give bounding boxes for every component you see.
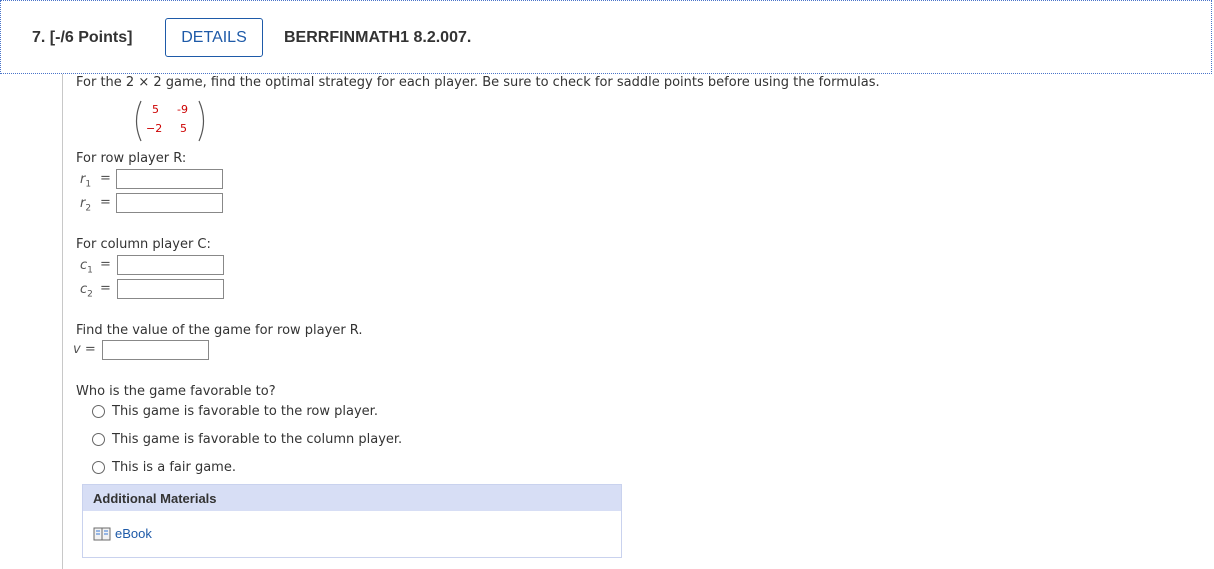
c2-equals: = [100,281,111,296]
book-icon [93,527,111,540]
c2-label: c2 [80,282,93,300]
option-label: This game is favorable to the column pla… [112,431,403,447]
r1-label: r1 [80,172,92,190]
payoff-matrix: 5 -9 −2 5 [133,98,207,144]
favorable-question: Who is the game favorable to? [76,384,276,399]
r2-equals: = [100,195,111,210]
r2-input[interactable] [116,193,223,213]
option-label: This game is favorable to the row player… [112,403,378,419]
matrix-cell-r2c1: −2 [146,122,163,135]
option-label: This is a fair game. [112,459,236,475]
ebook-label: eBook [115,526,152,541]
additional-materials-title: Additional Materials [93,491,217,506]
ebook-link[interactable]: eBook [93,526,152,541]
radio-button[interactable] [92,404,105,418]
option-column-player[interactable]: This game is favorable to the column pla… [92,430,402,448]
question-code: BERRFINMATH1 8.2.007. [284,29,472,46]
option-fair-game[interactable]: This is a fair game. [92,458,236,476]
c2-input[interactable] [117,279,224,299]
matrix-cell-r2c2: 5 [180,122,187,135]
r1-equals: = [100,171,111,186]
content-left-rule [62,74,63,569]
v-input[interactable] [102,340,209,360]
r2-label: r2 [80,196,92,214]
column-player-label: For column player C: [76,237,211,252]
c1-label: c1 [80,258,93,276]
c1-input[interactable] [117,255,224,275]
radio-button[interactable] [92,432,105,446]
option-row-player[interactable]: This game is favorable to the row player… [92,402,378,420]
radio-button[interactable] [92,460,105,474]
v-label: v = [73,342,96,357]
row-player-label: For row player R: [76,151,187,166]
details-button[interactable]: DETAILS [165,18,263,57]
question-prompt: For the 2 × 2 game, find the optimal str… [76,75,880,90]
question-header: 7. [-/6 Points] DETAILS BERRFINMATH1 8.2… [0,0,1212,74]
question-number: 7. [-/6 Points] [32,29,133,46]
matrix-parentheses [135,100,205,142]
value-question: Find the value of the game for row playe… [76,323,363,338]
r1-input[interactable] [116,169,223,189]
matrix-cell-r1c2: -9 [177,103,188,116]
additional-materials-header: Additional Materials [83,485,621,511]
c1-equals: = [100,257,111,272]
matrix-cell-r1c1: 5 [152,103,159,116]
additional-materials-panel: Additional Materials eBook [82,484,622,558]
